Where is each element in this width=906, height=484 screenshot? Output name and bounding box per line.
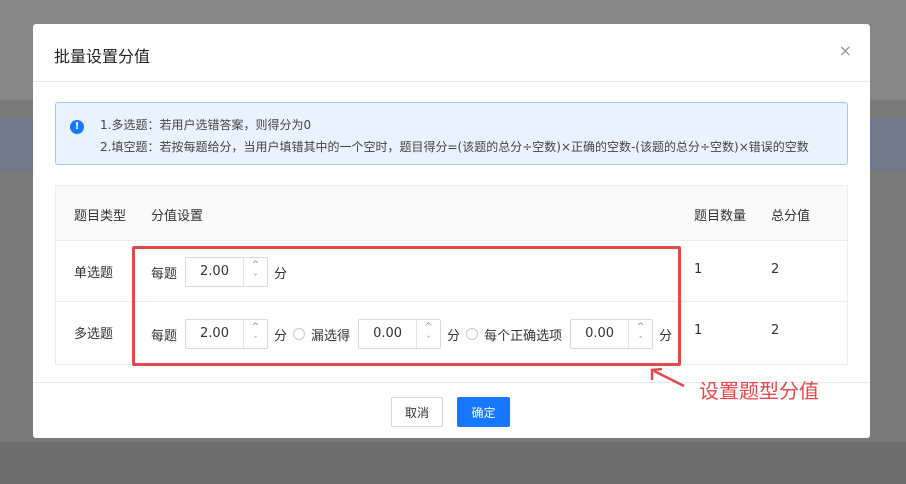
header-total-score: 总分值 bbox=[771, 209, 811, 224]
row-type-label: 多选题 bbox=[74, 327, 114, 342]
info-alert: ! 1.多选题：若用户选错答案，则得分为0 2.填空题：若按每题给分，当用户填错… bbox=[55, 102, 848, 165]
annotation-arrow-icon bbox=[650, 367, 685, 388]
alert-line-fill-blank: 2.填空题：若按每题给分，当用户填错其中的一个空时，题目得分=(该题的总分÷空数… bbox=[100, 140, 809, 154]
header-score-setting: 分值设置 bbox=[151, 209, 204, 224]
annotation-label: 设置题型分值 bbox=[699, 379, 819, 403]
cancel-button[interactable]: 取消 bbox=[391, 397, 443, 427]
dialog-header: 批量设置分值 × bbox=[33, 24, 870, 82]
confirm-button[interactable]: 确定 bbox=[457, 397, 510, 427]
question-count: 1 bbox=[694, 262, 703, 277]
total-score: 2 bbox=[771, 323, 780, 338]
total-score: 2 bbox=[771, 262, 780, 277]
dialog-title: 批量设置分值 bbox=[54, 47, 151, 66]
alert-line-multiple-choice: 1.多选题：若用户选错答案，则得分为0 bbox=[100, 118, 312, 132]
background-page-footer bbox=[0, 442, 906, 484]
highlight-box bbox=[132, 246, 681, 366]
header-question-count: 题目数量 bbox=[694, 209, 747, 224]
row-type-label: 单选题 bbox=[74, 266, 114, 281]
table-header: 题目类型 分值设置 题目数量 总分值 bbox=[56, 186, 847, 241]
info-icon: ! bbox=[70, 120, 84, 134]
close-icon[interactable]: × bbox=[839, 41, 852, 60]
header-question-type: 题目类型 bbox=[74, 209, 127, 224]
question-count: 1 bbox=[694, 323, 703, 338]
